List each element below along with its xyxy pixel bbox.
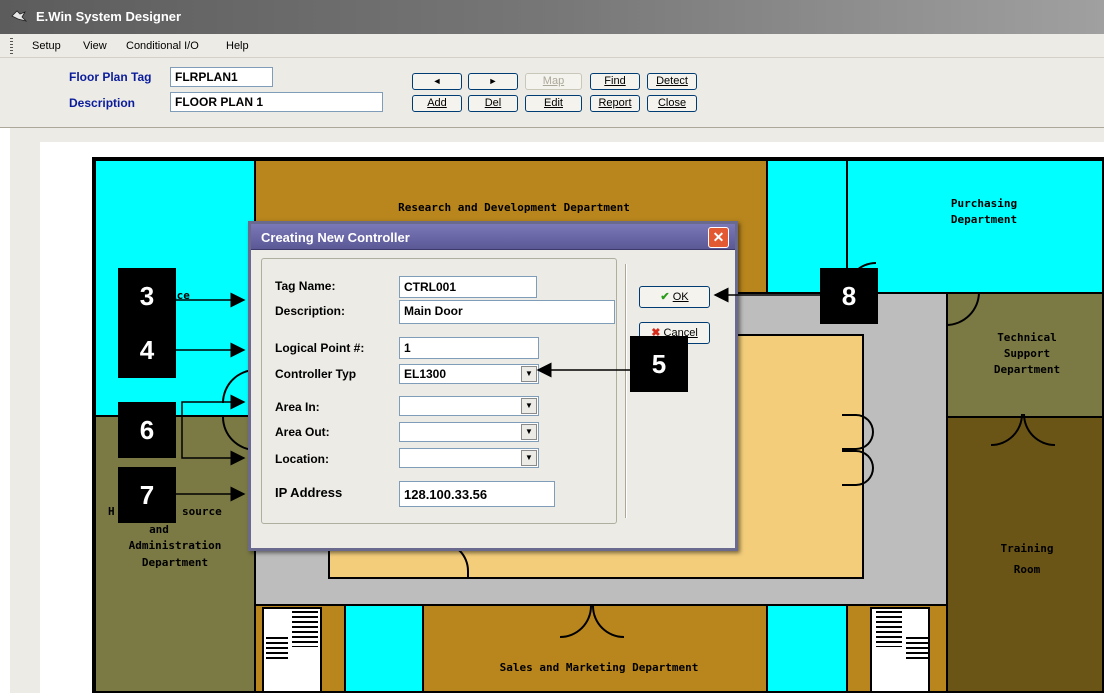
ip-address-input[interactable]: 128.100.33.56 <box>399 481 555 507</box>
room-label-hr-1b: source <box>182 505 222 518</box>
room-label-tech-3: Department <box>993 363 1061 376</box>
room-label-research: Research and Development Department <box>398 201 630 214</box>
ip-address-label: IP Address <box>275 485 343 500</box>
area-in-select[interactable]: ▼ <box>399 396 539 416</box>
area-out-select[interactable]: ▼ <box>399 422 539 442</box>
room-label-hr-2: and <box>149 523 169 536</box>
stairs-right-icon <box>870 607 930 691</box>
location-label: Location: <box>275 452 329 466</box>
chevron-down-icon[interactable]: ▼ <box>521 398 537 414</box>
logical-point-label: Logical Point #: <box>275 341 365 355</box>
area-in-label: Area In: <box>275 400 320 414</box>
menu-bar: Setup View Conditional I/O Help <box>0 34 1104 58</box>
next-button[interactable]: ► <box>468 73 518 90</box>
area-out-label: Area Out: <box>275 425 330 439</box>
callout-5: 5 <box>630 336 688 392</box>
tag-name-input[interactable]: CTRL001 <box>399 276 537 298</box>
find-button[interactable]: Find <box>590 73 640 90</box>
checkmark-icon: ✔ <box>660 291 670 303</box>
controller-type-label: Controller Typ <box>275 367 357 381</box>
floor-plan-tag-label: Floor Plan Tag <box>69 70 152 84</box>
menu-help[interactable]: Help <box>226 40 249 52</box>
description-input[interactable]: Main Door <box>399 300 615 324</box>
door-arc-icon <box>842 414 874 450</box>
tag-name-label: Tag Name: <box>275 279 336 293</box>
callout-3: 3 <box>118 268 176 324</box>
chevron-down-icon[interactable]: ▼ <box>521 366 537 382</box>
dialog-close-icon[interactable]: ✕ <box>708 227 729 248</box>
room-label-training-1: Training <box>1000 542 1054 555</box>
floor-plan-tag-input[interactable]: FLRPLAN1 <box>170 67 273 87</box>
close-button[interactable]: Close <box>647 95 697 112</box>
title-bar: E.Win System Designer <box>0 0 1104 34</box>
map-button[interactable]: Map <box>525 73 582 90</box>
dialog-separator <box>625 264 627 518</box>
detect-button[interactable]: Detect <box>647 73 697 90</box>
room-label-training-2: Room <box>1013 563 1041 576</box>
location-select[interactable]: ▼ <box>399 448 539 468</box>
menu-setup[interactable]: Setup <box>32 40 61 52</box>
menu-conditional-io[interactable]: Conditional I/O <box>126 40 199 52</box>
room-label-purchasing-1: Purchasing <box>950 197 1018 210</box>
ok-button[interactable]: ✔ OK <box>639 286 710 308</box>
del-button[interactable]: Del <box>468 95 518 112</box>
callout-7: 7 <box>118 467 176 523</box>
controller-type-value: EL1300 <box>404 367 447 381</box>
ok-label: OK <box>672 291 689 303</box>
controller-type-select[interactable]: EL1300 ▼ <box>399 364 539 384</box>
dialog-title: Creating New Controller <box>261 230 410 245</box>
door-arc-icon <box>842 450 874 486</box>
floor-plan-description-input[interactable]: FLOOR PLAN 1 <box>170 92 383 112</box>
callout-8: 8 <box>820 268 878 324</box>
edit-button[interactable]: Edit <box>525 95 582 112</box>
stairs-left-icon <box>262 607 322 691</box>
menu-view[interactable]: View <box>83 40 107 52</box>
logical-point-input[interactable]: 1 <box>399 337 539 359</box>
toolbar: Floor Plan Tag FLRPLAN1 Description FLOO… <box>0 58 1104 128</box>
room-label-tech-1: Technical <box>997 331 1057 344</box>
room-label-hr-3: Administration <box>128 539 222 552</box>
description-label: Description <box>69 96 136 110</box>
room-label-ceo-2: ice <box>170 289 190 302</box>
description-label: Description: <box>275 304 346 318</box>
callout-4: 4 <box>118 322 176 378</box>
callout-6: 6 <box>118 402 176 458</box>
report-button[interactable]: Report <box>590 95 640 112</box>
menu-grip-icon <box>10 38 13 54</box>
dialog-title-bar[interactable]: Creating New Controller ✕ <box>251 224 735 250</box>
room-purchasing[interactable] <box>846 159 1102 294</box>
window-title: E.Win System Designer <box>36 9 182 24</box>
room-cyan-bottom-right[interactable] <box>766 604 848 691</box>
app-logo-icon <box>11 10 27 22</box>
room-label-tech-2: Support <box>1003 347 1051 360</box>
room-label-hr-4: Department <box>141 556 209 569</box>
chevron-down-icon[interactable]: ▼ <box>521 450 537 466</box>
previous-button[interactable]: ◄ <box>412 73 462 90</box>
add-button[interactable]: Add <box>412 95 462 112</box>
room-cyan-bottom-left[interactable] <box>344 604 424 691</box>
chevron-down-icon[interactable]: ▼ <box>521 424 537 440</box>
room-label-purchasing-2: Department <box>950 213 1018 226</box>
room-label-sales: Sales and Marketing Department <box>499 661 699 674</box>
